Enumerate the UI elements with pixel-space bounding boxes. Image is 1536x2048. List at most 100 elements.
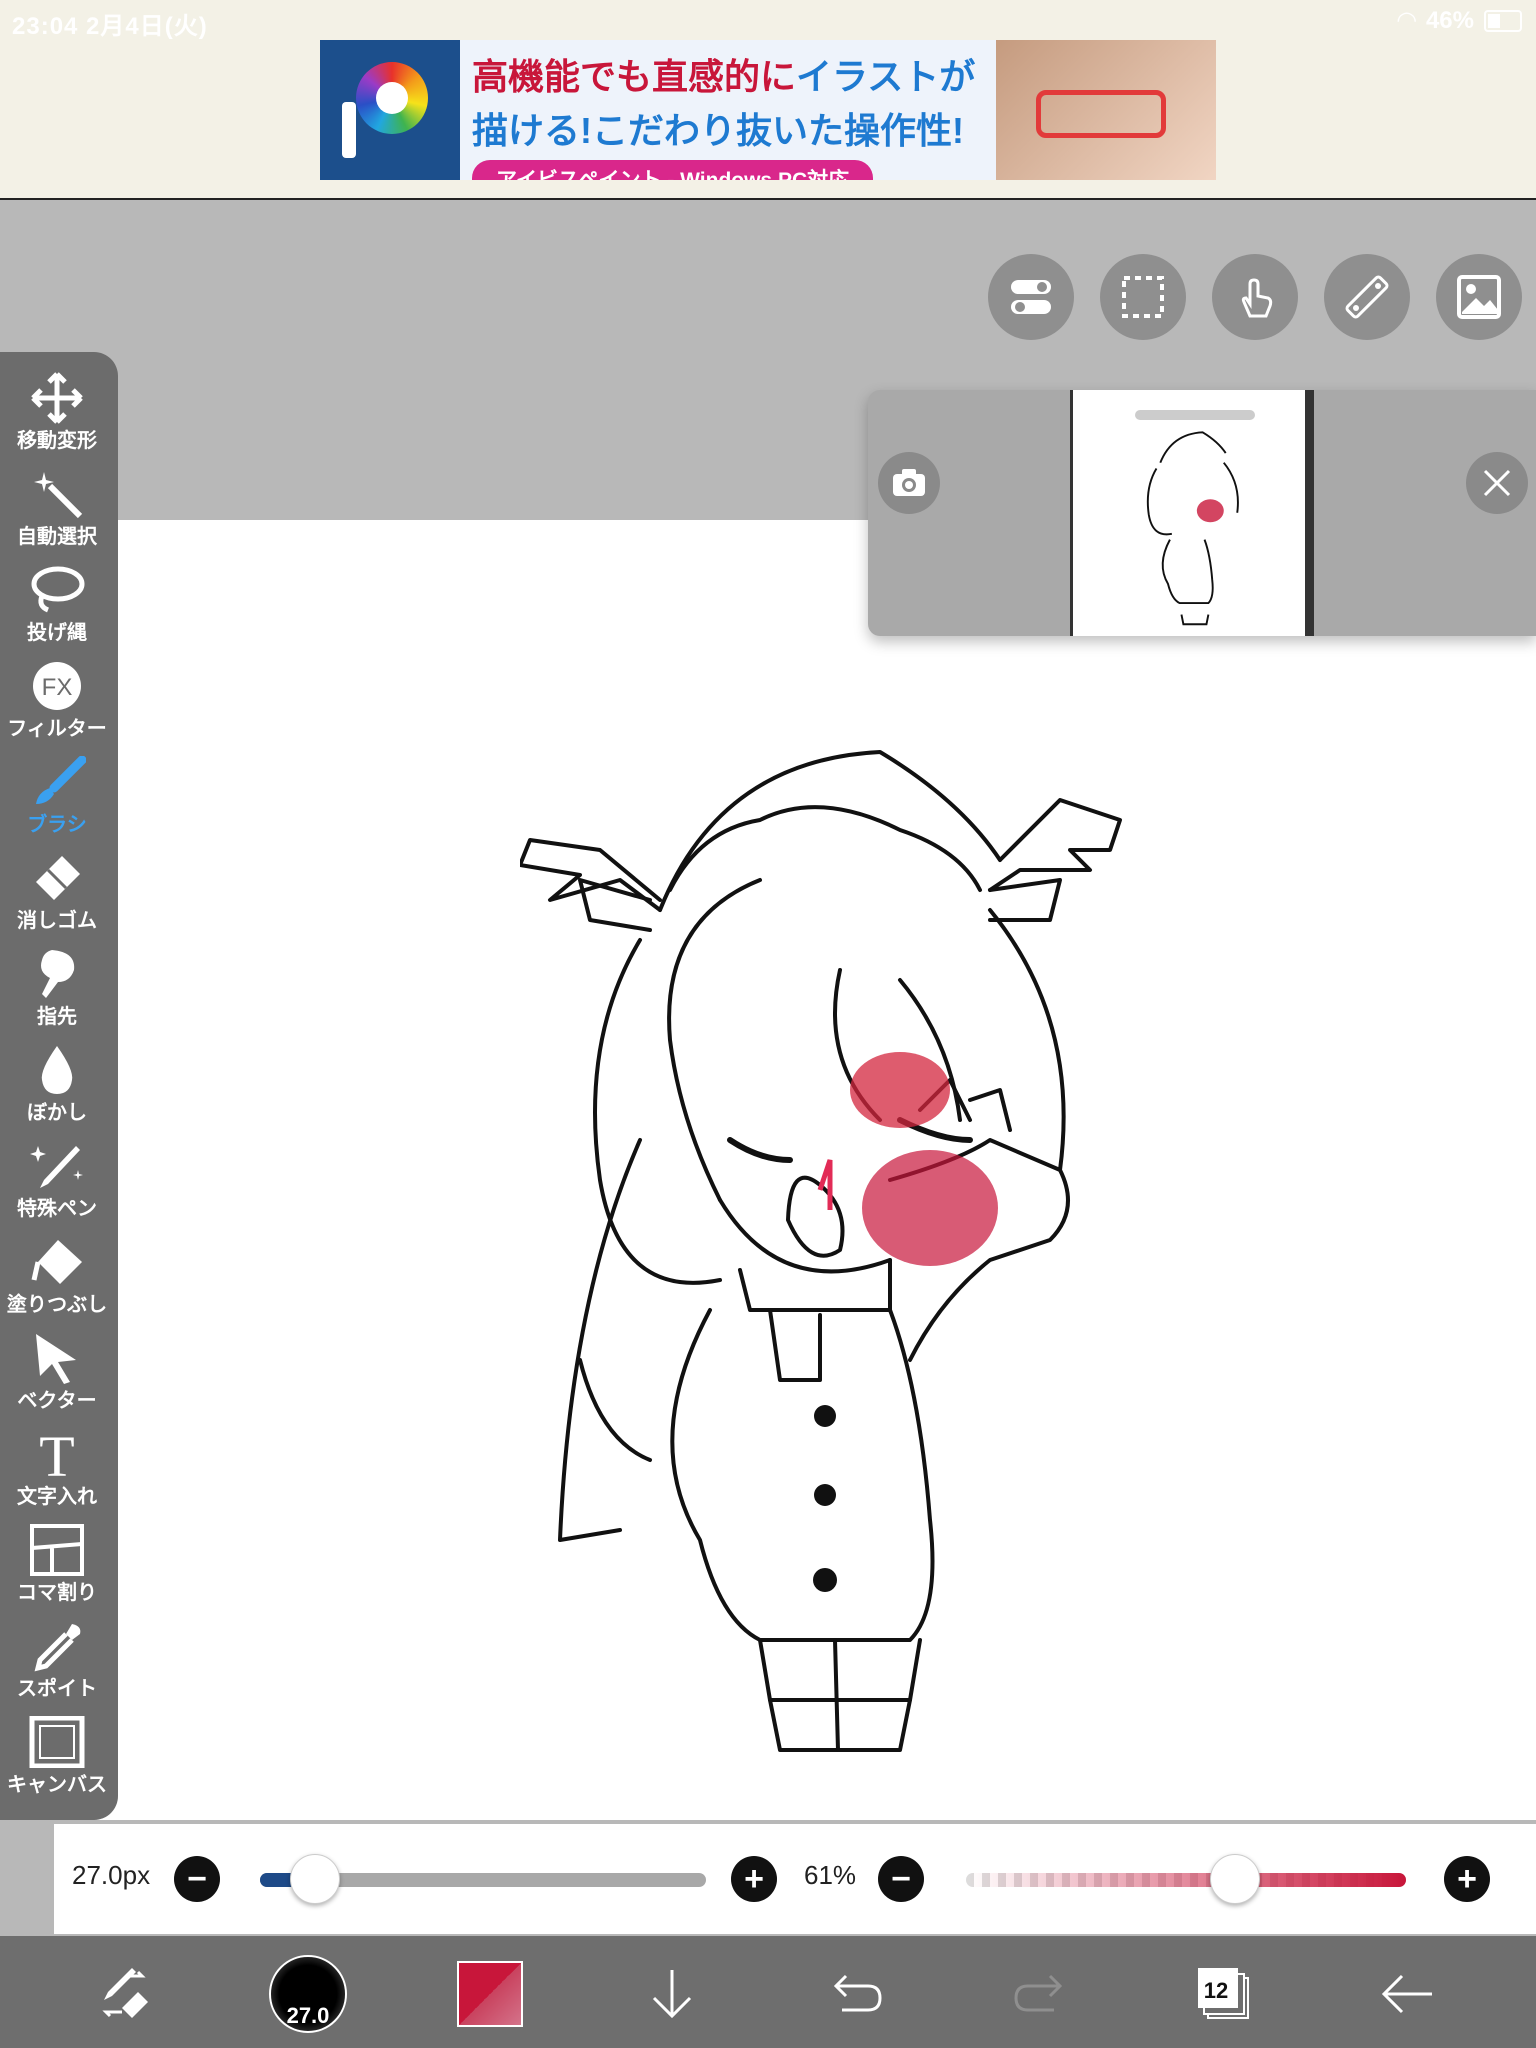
toggle-button[interactable] (988, 254, 1074, 340)
tool-magic-wand[interactable]: 自動選択 (0, 468, 114, 564)
fx-icon: FX (33, 662, 81, 710)
smudge-icon (41, 950, 75, 998)
back-button[interactable] (1368, 1954, 1448, 2034)
brush-size-plus-button[interactable]: + (731, 1856, 777, 1902)
layer-count: 12 (1203, 1978, 1229, 2003)
close-navigator-button[interactable] (1466, 452, 1528, 514)
tool-move[interactable]: 移動変形 (0, 372, 114, 468)
blur-drop-icon (41, 1046, 73, 1094)
tool-label: 移動変形 (17, 430, 97, 452)
tool-label: ぼかし (27, 1102, 87, 1124)
preview-thumbnail (1146, 431, 1239, 626)
camera-button[interactable] (878, 452, 940, 514)
tool-brush[interactable]: ブラシ (0, 756, 114, 852)
arrow-left-icon (1381, 1974, 1432, 2014)
redo-button[interactable] (1000, 1954, 1080, 2034)
gallery-button[interactable] (1436, 254, 1522, 340)
tool-fill[interactable]: 塗りつぶし (0, 1236, 114, 1332)
navigator-preview[interactable] (1070, 390, 1314, 636)
tool-label: 文字入れ (17, 1486, 97, 1508)
layers-button[interactable]: 12 (1184, 1954, 1264, 2034)
gallery-icon (1457, 275, 1501, 319)
brush-size-value: 27.0px (72, 1860, 151, 1890)
status-indicators: ◠ 46% (1397, 6, 1522, 35)
brush-size-minus-button[interactable]: − (174, 1856, 220, 1902)
battery-icon (1484, 9, 1522, 32)
download-button[interactable] (632, 1954, 712, 2034)
tool-eyedropper[interactable]: スポイト (0, 1620, 114, 1716)
special-pen-icon (30, 1146, 83, 1188)
tool-lasso[interactable]: 投げ縄 (0, 564, 114, 660)
tool-eraser[interactable]: 消しゴム (0, 852, 114, 948)
brush-preview-button[interactable]: 27.0 (268, 1954, 348, 2034)
tool-label: 消しゴム (17, 910, 97, 932)
bottom-toolbar: 27.0 12 (0, 1936, 1536, 2048)
opacity-minus-button[interactable]: − (878, 1856, 924, 1902)
ad-banner[interactable]: 高機能でも直感的にイラストが 描ける!こだわり抜いた操作性! アイビスペイント … (320, 40, 1216, 180)
brush-slider-bar: 27.0px − + 61% − + (54, 1824, 1536, 1934)
tool-label: コマ割り (17, 1582, 97, 1604)
svg-text:FX: FX (42, 674, 73, 701)
ruler-button[interactable] (1324, 254, 1410, 340)
brush-size-thumb[interactable] (289, 1854, 340, 1904)
selection-button[interactable] (1100, 254, 1186, 340)
wifi-icon: ◠ (1397, 7, 1416, 34)
tool-smudge[interactable]: 指先 (0, 948, 114, 1044)
character-sketch (520, 750, 1122, 1752)
tool-label: 特殊ペン (17, 1198, 97, 1220)
status-time: 23:04 2月4日(火) (12, 13, 208, 40)
ad-line1a: 高機能でも直感的に (472, 56, 797, 97)
top-area: 23:04 2月4日(火) ◠ 46% 高機能でも直感的にイラストが 描ける!こ… (0, 0, 1536, 200)
toggle-icon (1011, 280, 1051, 314)
tool-text[interactable]: T 文字入れ (0, 1428, 114, 1524)
tool-label: スポイト (17, 1678, 97, 1700)
canvas-icon (29, 1716, 85, 1768)
tool-canvas[interactable]: キャンバス (0, 1716, 114, 1812)
tool-frame-divider[interactable]: コマ割り (0, 1524, 114, 1620)
close-icon (1483, 469, 1511, 497)
battery-percent: 46% (1425, 6, 1474, 34)
brush-preview-label: 27.0 (286, 2003, 330, 2028)
frame-divider-icon (30, 1524, 84, 1576)
ad-line1b: イラストが (796, 56, 976, 97)
tool-label: 自動選択 (17, 526, 97, 548)
tool-blur[interactable]: ぼかし (0, 1044, 114, 1140)
tool-label: 投げ縄 (27, 622, 87, 644)
tool-vector[interactable]: ベクター (0, 1332, 114, 1428)
tool-label: 塗りつぶし (6, 1294, 108, 1316)
tool-label: 指先 (37, 1006, 77, 1028)
opacity-value: 61% (804, 1860, 857, 1890)
vector-arrow-icon (36, 1334, 76, 1384)
opacity-plus-button[interactable]: + (1444, 1856, 1490, 1902)
ad-copy: 高機能でも直感的にイラストが 描ける!こだわり抜いた操作性! アイビスペイント … (460, 40, 996, 180)
ad-line2: 描ける!こだわり抜いた操作性! (472, 110, 964, 151)
swap-brush-eraser-button[interactable] (84, 1954, 164, 2034)
eyedropper-icon (34, 1624, 81, 1672)
tool-label: ブラシ (27, 814, 87, 836)
brush-eraser-swap-icon (102, 1968, 148, 2018)
eraser-icon (36, 856, 80, 900)
undo-icon (833, 1974, 882, 2012)
selection-icon (1122, 276, 1164, 318)
undo-button[interactable] (816, 1954, 896, 2034)
ad-line3: アイビスペイント - Windows PC対応 (472, 160, 874, 180)
svg-text:T: T (39, 1428, 74, 1480)
ibispaint-logo (320, 40, 460, 180)
magic-wand-icon (34, 472, 83, 519)
color-button[interactable] (450, 1954, 530, 2034)
navigator-panel[interactable] (868, 390, 1536, 636)
gesture-button[interactable] (1212, 254, 1298, 340)
fill-bucket-icon (31, 1240, 82, 1284)
color-swatch (457, 1961, 523, 2027)
tool-label: ベクター (17, 1390, 97, 1412)
text-icon: T (39, 1428, 74, 1480)
preview-handle[interactable] (1135, 410, 1255, 420)
gesture-icon (1241, 278, 1273, 318)
camera-icon (893, 469, 925, 496)
tool-label: フィルター (7, 718, 107, 740)
tool-special-pen[interactable]: 特殊ペン (0, 1140, 114, 1236)
opacity-thumb[interactable] (1210, 1854, 1261, 1904)
brush-tip-preview: 27.0 (269, 1955, 347, 2033)
tool-filter[interactable]: FX フィルター (0, 660, 114, 756)
brush-icon (36, 756, 86, 804)
